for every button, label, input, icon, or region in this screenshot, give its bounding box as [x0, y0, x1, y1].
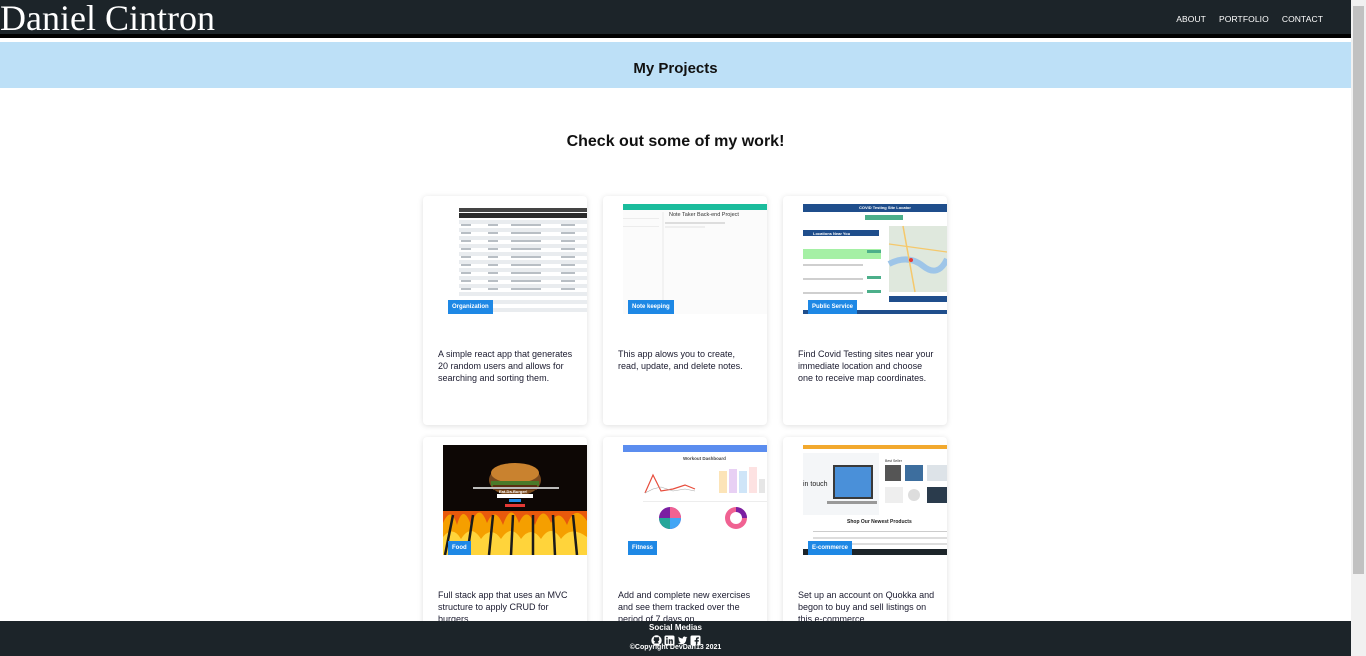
- facebook-icon[interactable]: [690, 633, 701, 646]
- section-banner: My Projects: [0, 42, 1351, 88]
- thumbnail-title: Eat-Da-Burger!: [499, 489, 528, 494]
- project-description: Set up an account on Quokka and begon to…: [798, 590, 935, 624]
- navbar: Daniel Cintron ABOUT PORTFOLIO CONTACT: [0, 0, 1351, 38]
- footer: Social Medias ©Copyright DevDan13 2021: [0, 621, 1351, 656]
- project-description: Find Covid Testing sites near your immed…: [798, 349, 934, 383]
- twitter-icon[interactable]: [677, 633, 688, 645]
- github-icon[interactable]: [650, 633, 662, 646]
- project-screenshot[interactable]: Workout Dashboard: [623, 445, 767, 555]
- social-icons: [0, 633, 1351, 646]
- project-grid: Organization A simple react app that gen…: [423, 196, 947, 656]
- scrollbar-thumb[interactable]: [1353, 6, 1364, 574]
- thumbnail-subtitle: Locations Near You: [813, 231, 851, 236]
- thumbnail-subtitle: Best Seller: [885, 459, 902, 463]
- project-screenshot[interactable]: COVID Testing Site Locator Locations Nea…: [803, 204, 947, 314]
- category-badge: Note keeping: [628, 300, 674, 314]
- nav-links: ABOUT PORTFOLIO CONTACT: [1176, 14, 1323, 24]
- thumbnail-title: Shop Our Newest Products: [847, 519, 912, 525]
- category-badge: Fitness: [628, 541, 658, 555]
- project-screenshot[interactable]: Eat-Da-Burger!: [443, 445, 587, 555]
- footer-heading: Social Medias: [649, 623, 702, 632]
- nav-about-link[interactable]: ABOUT: [1176, 14, 1206, 24]
- project-description: This app alows you to create, read, upda…: [618, 349, 743, 371]
- category-badge: Organization: [448, 300, 493, 314]
- page-subtitle: Check out some of my work!: [566, 133, 785, 150]
- thumbnail-title: COVID Testing Site Locator: [859, 205, 911, 210]
- category-badge: E-commerce: [808, 541, 853, 555]
- project-card[interactable]: COVID Testing Site Locator Locations Nea…: [783, 196, 947, 425]
- project-card[interactable]: Note Taker Back-end Project Note keeping…: [603, 196, 767, 425]
- thumbnail-title: Workout Dashboard: [683, 456, 726, 461]
- category-badge: Public Service: [808, 300, 858, 314]
- project-description: A simple react app that generates 20 ran…: [438, 349, 573, 383]
- project-description: Full stack app that uses an MVC structur…: [438, 590, 568, 624]
- thumbnail-text: in touch: [803, 481, 828, 488]
- project-screenshot[interactable]: Note Taker Back-end Project: [623, 204, 767, 314]
- copyright-text: ©Copyright DevDan13 2021: [629, 644, 722, 651]
- nav-contact-link[interactable]: CONTACT: [1282, 14, 1323, 24]
- project-card[interactable]: Organization A simple react app that gen…: [423, 196, 587, 425]
- brand-name[interactable]: Daniel Cintron: [0, 0, 215, 39]
- project-screenshot[interactable]: [443, 204, 587, 314]
- project-screenshot[interactable]: in touch Best Seller Shop Our Newest Pro…: [803, 445, 947, 555]
- project-description: Add and complete new exercises and see t…: [618, 590, 751, 624]
- scrollbar[interactable]: [1351, 0, 1366, 656]
- section-title: My Projects: [633, 60, 718, 77]
- thumbnail-title: Note Taker Back-end Project: [669, 212, 739, 218]
- nav-portfolio-link[interactable]: PORTFOLIO: [1219, 14, 1269, 24]
- category-badge: Food: [448, 541, 471, 555]
- linkedin-icon[interactable]: [664, 633, 675, 646]
